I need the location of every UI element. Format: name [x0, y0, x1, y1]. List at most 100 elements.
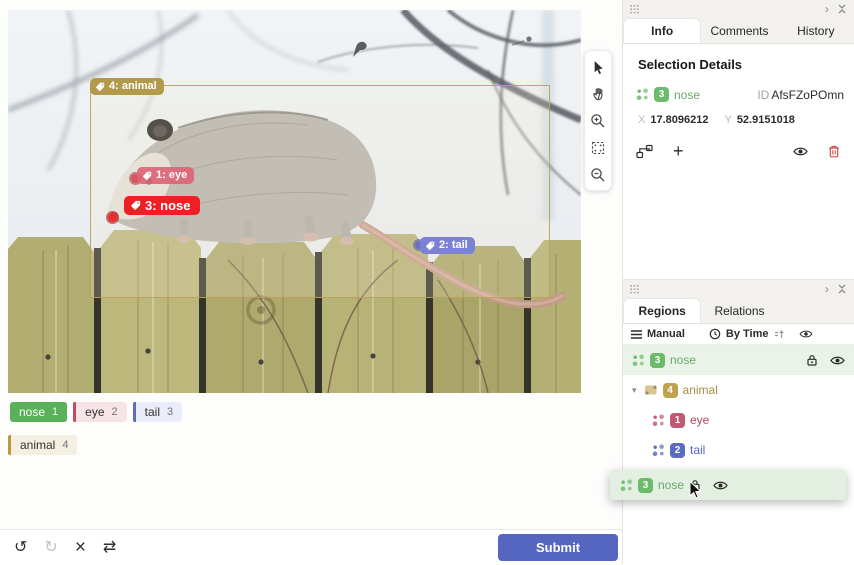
label-button-eye[interactable]: eye 2 [73, 402, 126, 422]
relation-icon[interactable] [636, 144, 653, 159]
settings-icon[interactable]: ⇄ [103, 540, 116, 556]
info-panel-header[interactable]: › [623, 0, 854, 18]
rect-region-icon [644, 384, 658, 396]
grip-icon[interactable] [630, 285, 640, 294]
region-badge: 3 [654, 87, 669, 102]
bbox-label-animal[interactable]: 4: animal [90, 78, 164, 95]
cursor-icon [590, 59, 606, 75]
label-hotkey: 4 [62, 439, 68, 451]
panel-collapse-icon[interactable] [837, 4, 847, 14]
region-name: animal [683, 383, 718, 397]
fit-screen-icon [590, 140, 606, 156]
expand-arrow-icon[interactable]: ▾ [632, 385, 637, 396]
regions-panel-tabs: Regions Relations [623, 298, 854, 324]
reset-icon[interactable]: × [75, 538, 86, 557]
zoom-in-icon [590, 113, 606, 129]
x-value: 17.8096212 [650, 114, 708, 126]
bbox-animal[interactable]: 4: animal [90, 85, 550, 298]
annotation-canvas[interactable]: 4: animal 1: eye 3: nose 2: tail [8, 10, 581, 393]
region-name: nose [658, 478, 684, 492]
tab-comments[interactable]: Comments [701, 18, 777, 43]
region-id-value: AfsFZoPOmn [771, 88, 844, 102]
tab-spacer [778, 298, 854, 323]
lock-icon[interactable] [806, 354, 818, 366]
keypoints-icon [620, 479, 633, 492]
regions-panel-header[interactable]: › [623, 280, 854, 298]
region-row-nose-drag-ghost[interactable]: 3 nose [610, 470, 846, 500]
tag-icon [95, 82, 105, 92]
tab-regions[interactable]: Regions [623, 298, 701, 323]
region-id-label: ID [757, 88, 769, 102]
panel-detach-icon[interactable]: › [825, 3, 829, 15]
sort-by-label[interactable]: By Time [726, 328, 769, 340]
zoom-in-button[interactable] [585, 107, 611, 134]
canvas-tool-palette [584, 50, 612, 191]
keypoints-icon [632, 354, 645, 367]
tag-icon [425, 241, 435, 251]
sort-order-icon[interactable] [774, 329, 785, 340]
submit-button[interactable]: Submit [498, 534, 618, 561]
region-name: tail [690, 443, 705, 457]
add-region-icon[interactable]: + [673, 142, 684, 160]
label-button-nose[interactable]: nose 1 [10, 402, 67, 422]
zoom-out-button[interactable] [585, 161, 611, 188]
visibility-icon[interactable] [793, 146, 808, 157]
toggle-visibility-all-icon[interactable] [799, 329, 813, 339]
mouse-cursor-icon [689, 481, 703, 499]
eye-icon[interactable] [713, 480, 728, 491]
select-tool-button[interactable] [585, 53, 611, 80]
region-group-animal[interactable]: ▾ 4 animal [623, 375, 854, 405]
hand-icon [591, 86, 606, 101]
keypoint-label-nose[interactable]: 3: nose [124, 196, 200, 215]
keypoint-label-tail[interactable]: 2: tail [420, 237, 475, 254]
zoom-out-icon [590, 167, 606, 183]
label-hotkey: 1 [52, 406, 58, 418]
region-id: IDAfsFZoPOmn [757, 88, 844, 102]
side-panels: › Info Comments History Selection Detail… [622, 0, 854, 564]
region-row-tail[interactable]: 2 tail [623, 435, 854, 465]
group-by-label[interactable]: Manual [647, 328, 685, 340]
fit-screen-button[interactable] [585, 134, 611, 161]
region-row-nose[interactable]: 3 nose [623, 345, 854, 375]
label-button-tail[interactable]: tail 3 [133, 402, 182, 422]
eye-icon[interactable] [830, 355, 845, 366]
region-row-eye[interactable]: 1 eye [623, 405, 854, 435]
panel-collapse-icon[interactable] [837, 284, 847, 294]
clock-icon[interactable] [709, 328, 721, 340]
selection-details-heading: Selection Details [638, 57, 854, 72]
grip-icon[interactable] [630, 5, 640, 14]
tag-icon [130, 200, 141, 211]
tab-relations[interactable]: Relations [701, 298, 777, 323]
label-buttons-row2: animal 4 [8, 435, 77, 455]
label-text: eye [85, 405, 104, 419]
region-name: eye [690, 413, 709, 427]
redo-icon[interactable]: ↻ [44, 540, 57, 556]
keypoint-label-text: 3: nose [145, 199, 191, 212]
region-badge: 3 [638, 478, 653, 493]
tag-icon [142, 171, 152, 181]
y-value: 52.9151018 [737, 114, 795, 126]
tab-history[interactable]: History [778, 18, 854, 43]
regions-toolbar: Manual By Time [623, 324, 854, 345]
keypoint-label-eye[interactable]: 1: eye [137, 167, 194, 184]
keypoint-label-text: 1: eye [156, 169, 187, 182]
region-badge: 2 [670, 443, 685, 458]
regions-panel: › Regions Relations Manual By Time 3 [623, 279, 854, 465]
y-label: Y [724, 114, 731, 126]
label-hotkey: 2 [112, 406, 118, 418]
keypoint-nose[interactable] [108, 213, 117, 222]
keypoint-label-text: 2: tail [439, 239, 468, 252]
undo-icon[interactable]: ↺ [14, 540, 27, 556]
label-button-animal[interactable]: animal 4 [8, 435, 77, 455]
info-panel-tabs: Info Comments History [623, 18, 854, 44]
panel-detach-icon[interactable]: › [825, 283, 829, 295]
pan-tool-button[interactable] [585, 80, 611, 107]
region-badge: 1 [670, 413, 685, 428]
group-by-icon[interactable] [631, 330, 642, 339]
keypoints-icon [652, 444, 665, 457]
app-root: 4: animal 1: eye 3: nose 2: tail [0, 0, 854, 564]
selected-region-row: 3 nose IDAfsFZoPOmn [636, 87, 844, 102]
tab-info[interactable]: Info [623, 18, 701, 43]
label-text: nose [19, 405, 45, 419]
delete-region-icon[interactable] [828, 145, 840, 158]
